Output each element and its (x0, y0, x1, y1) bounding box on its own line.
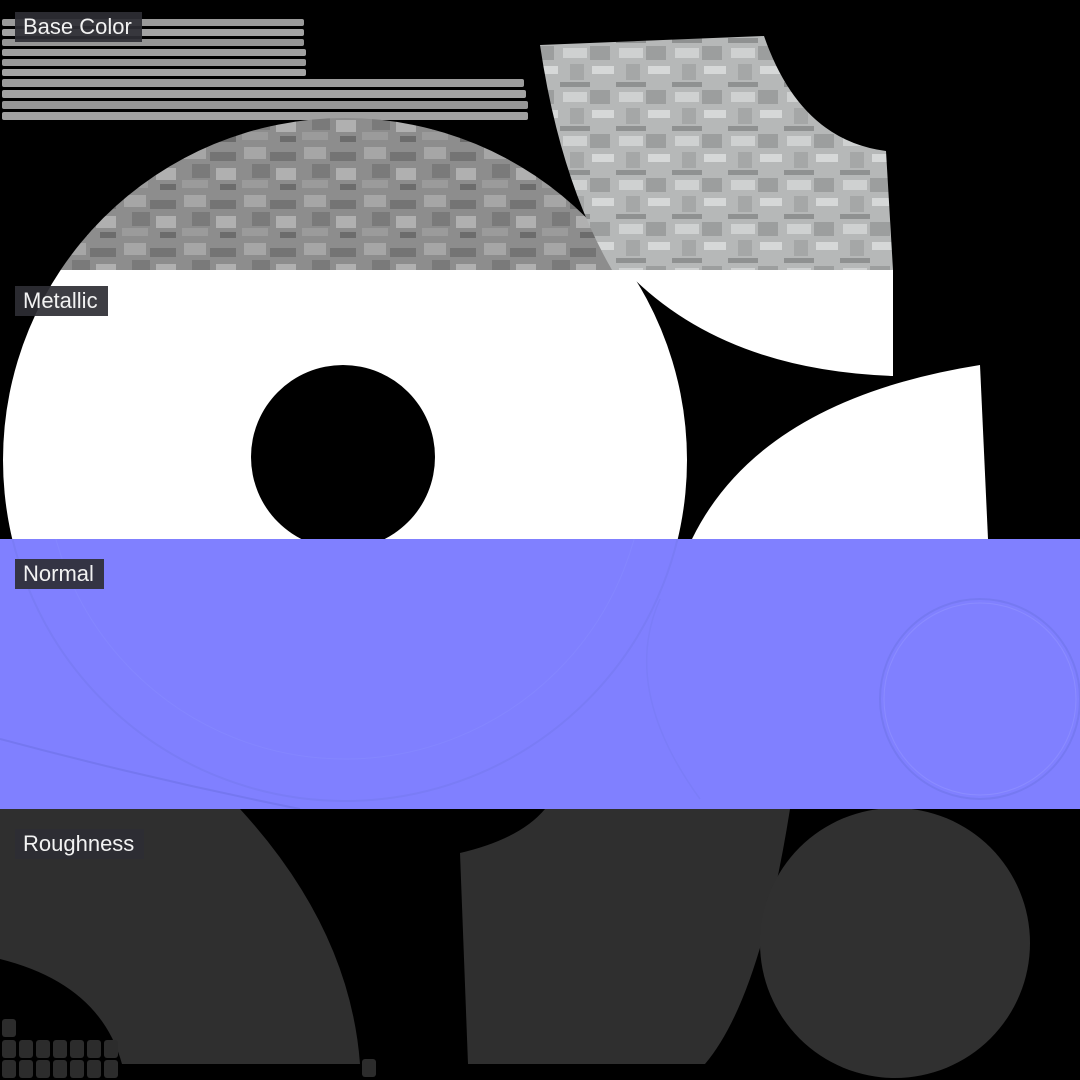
roughness-panel (0, 809, 1080, 1080)
base-color-map (0, 0, 1080, 270)
metallic-panel (0, 270, 1080, 539)
roughness-label: Roughness (15, 829, 145, 859)
base-color-label: Base Color (15, 12, 142, 42)
normal-label: Normal (15, 559, 104, 589)
texture-map-sheet: Base Color Metallic Normal Roughness (0, 0, 1080, 1080)
metallic-label: Metallic (15, 286, 108, 316)
roughness-map (0, 809, 1080, 1080)
metallic-map (0, 270, 1080, 539)
normal-panel (0, 539, 1080, 809)
base-color-panel (0, 0, 1080, 270)
normal-map (0, 539, 1080, 809)
